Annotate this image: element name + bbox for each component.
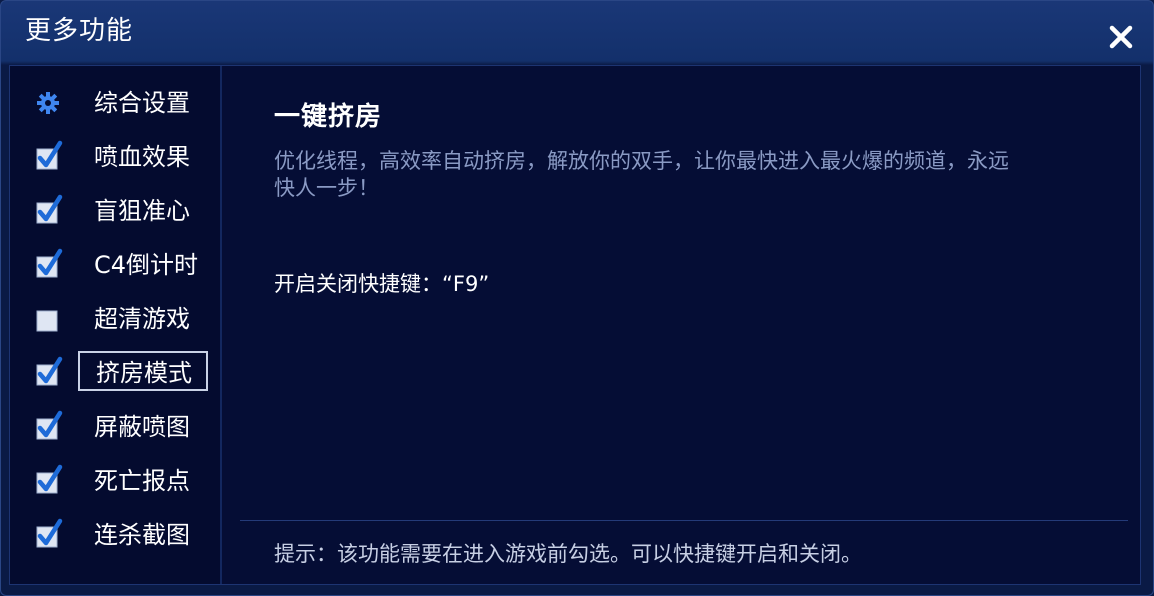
hotkey-text: 开启关闭快捷键：“F9” [274,272,490,296]
feature-title: 一键挤房 [274,102,383,132]
feature-detail-panel: 一键挤房 优化线程，高效率自动挤房，解放你的双手，让你最快进入最火爆的频道，永远… [222,66,1140,584]
sidebar-item-4[interactable]: C4倒计时 [10,243,220,287]
tip-text: 提示：该功能需要在进入游戏前勾选。可以快捷键开启和关闭。 [274,542,862,566]
sidebar-item-label: C4倒计时 [94,251,199,279]
feature-sidebar: 综合设置喷血效果盲狙准心 C4倒计时超清游戏挤房模式屏蔽喷图死亡报点连杀截图 [10,66,222,584]
sidebar-item-9[interactable]: 连杀截图 [10,513,220,557]
checkbox-checked-icon[interactable] [36,464,63,494]
close-icon [1109,25,1133,49]
sidebar-item-3[interactable]: 盲狙准心 [10,189,220,233]
checkbox-checked-icon[interactable] [36,356,63,386]
sidebar-item-2[interactable]: 喷血效果 [10,135,220,179]
main-frame: 综合设置喷血效果盲狙准心 C4倒计时超清游戏挤房模式屏蔽喷图死亡报点连杀截图 一键… [9,65,1141,585]
sidebar-item-5[interactable]: 超清游戏 [10,297,220,341]
checkbox-unchecked-icon[interactable] [36,307,60,332]
sidebar-item-label: 连杀截图 [94,521,190,549]
window-title: 更多功能 [25,16,134,46]
sidebar-item-label: 喷血效果 [94,143,190,171]
sidebar-item-6[interactable]: 挤房模式 [10,351,220,395]
sidebar-item-label: 死亡报点 [94,467,190,495]
sidebar-item-label: 盲狙准心 [94,197,190,225]
checkbox-checked-icon[interactable] [36,194,63,224]
sidebar-item-7[interactable]: 屏蔽喷图 [10,405,220,449]
sidebar-item-label: 挤房模式 [96,359,192,387]
sidebar-item-label: 屏蔽喷图 [94,413,190,441]
close-button[interactable] [1103,19,1139,55]
checkbox-checked-icon[interactable] [36,518,63,548]
checkbox-checked-icon[interactable] [36,410,63,440]
sidebar-item-label: 超清游戏 [94,305,190,333]
gear-icon [36,91,60,115]
title-bar: 更多功能 [1,1,1153,63]
sidebar-item-1[interactable]: 综合设置 [10,81,220,125]
sidebar-item-label: 综合设置 [94,89,190,117]
checkbox-checked-icon[interactable] [36,140,63,170]
feature-description: 优化线程，高效率自动挤房，解放你的双手，让你最快进入最火爆的频道，永远快人一步！ [274,149,1009,200]
checkbox-checked-icon[interactable] [36,248,63,278]
divider [240,520,1128,521]
more-features-window: 更多功能 综合设置喷血效果盲狙准心 C4倒计时超清游戏挤房模式屏蔽喷图死亡报点连杀… [0,0,1154,596]
sidebar-item-8[interactable]: 死亡报点 [10,459,220,503]
